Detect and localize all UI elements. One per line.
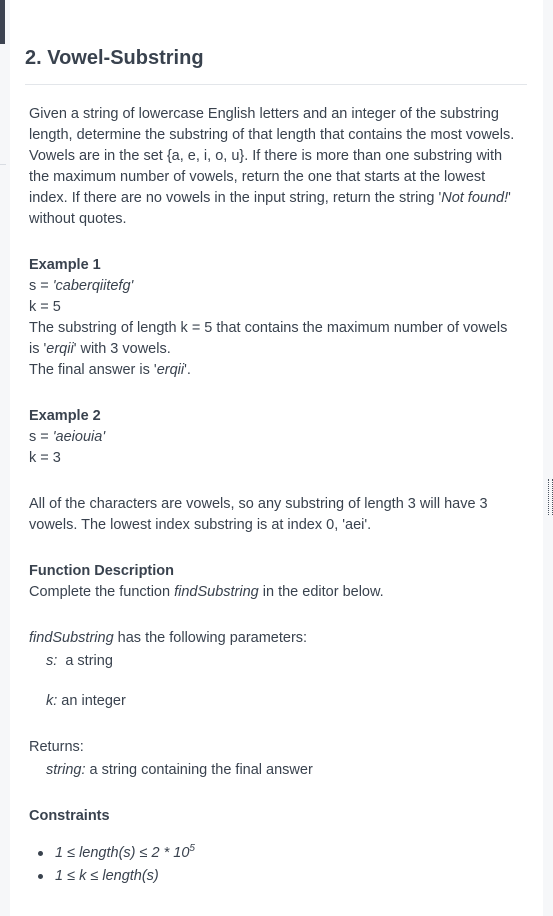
- example1-heading: Example 1: [29, 257, 101, 273]
- example2-heading: Example 2: [29, 408, 101, 424]
- param-s-name: s:: [46, 653, 58, 669]
- resize-handle[interactable]: [548, 479, 553, 515]
- param-s: s: a string: [29, 651, 521, 672]
- returns-desc: a string containing the final answer: [85, 762, 313, 778]
- constraint-length: 1 ≤ length(s) ≤ 2 * 105: [29, 842, 521, 865]
- example2-explanation: All of the characters are vowels, so any…: [29, 496, 488, 533]
- example2-s-prefix: s =: [29, 429, 53, 445]
- param-s-desc: a string: [57, 653, 113, 669]
- constraints-list: 1 ≤ length(s) ≤ 2 * 105 1 ≤ k ≤ length(s…: [29, 842, 521, 888]
- function-description-text: Complete the function findSubstring in t…: [29, 582, 521, 603]
- example1-k: k = 5: [29, 299, 61, 315]
- fd-text-prefix: Complete the function: [29, 584, 175, 600]
- params-function-name: findSubstring: [29, 630, 114, 646]
- function-parameters-intro: findSubstring has the following paramete…: [29, 628, 521, 649]
- problem-title: 2. Vowel-Substring: [25, 47, 204, 69]
- returns-description: string: a string containing the final an…: [29, 760, 521, 781]
- example1-s: s = 'caberqiitefg': [29, 276, 521, 297]
- constraint-length-exponent: 5: [189, 843, 195, 855]
- constraints-heading: Constraints: [29, 808, 110, 824]
- param-k-name: k:: [46, 693, 58, 709]
- example2-s: s = 'aeiouia': [29, 427, 521, 448]
- example1-s-prefix: s =: [29, 278, 53, 294]
- example1-explain-italic: erqii: [46, 341, 74, 357]
- example1-final-prefix: The final answer is ': [29, 362, 157, 378]
- function-description-heading: Function Description: [29, 563, 174, 579]
- example1-explanation: The substring of length k = 5 that conta…: [29, 318, 521, 360]
- param-k: k: an integer: [29, 691, 521, 712]
- example2-s-value: 'aeiouia': [52, 429, 106, 445]
- constraint-k: 1 ≤ k ≤ length(s): [29, 865, 521, 888]
- param-k-desc: an integer: [57, 693, 126, 709]
- left-edge-tab: [0, 0, 5, 44]
- fd-function-name: findSubstring: [174, 584, 259, 600]
- returns-label: Returns:: [29, 739, 84, 755]
- example1-final-suffix: '.: [184, 362, 191, 378]
- problem-statement: Given a string of lowercase English lett…: [29, 104, 521, 230]
- problem-panel: 2. Vowel-Substring Given a string of low…: [10, 0, 543, 916]
- left-edge-divider: [0, 164, 6, 165]
- title-divider: [25, 84, 527, 85]
- constraint-length-text: 1 ≤ length(s) ≤ 2 * 10: [55, 845, 190, 861]
- fd-text-suffix: in the editor below.: [258, 584, 384, 600]
- example1-final: The final answer is 'erqii'.: [29, 360, 521, 381]
- example1-final-value: erqii: [156, 362, 185, 378]
- params-suffix: has the following parameters:: [113, 630, 308, 646]
- example2-k: k = 3: [29, 450, 61, 466]
- problem-content: Given a string of lowercase English lett…: [29, 104, 521, 888]
- returns-type: string:: [46, 762, 86, 778]
- statement-italic: Not found!: [441, 190, 509, 206]
- example1-explain-tail: ' with 3 vowels.: [73, 341, 171, 357]
- example1-s-value: 'caberqiitefg': [52, 278, 134, 294]
